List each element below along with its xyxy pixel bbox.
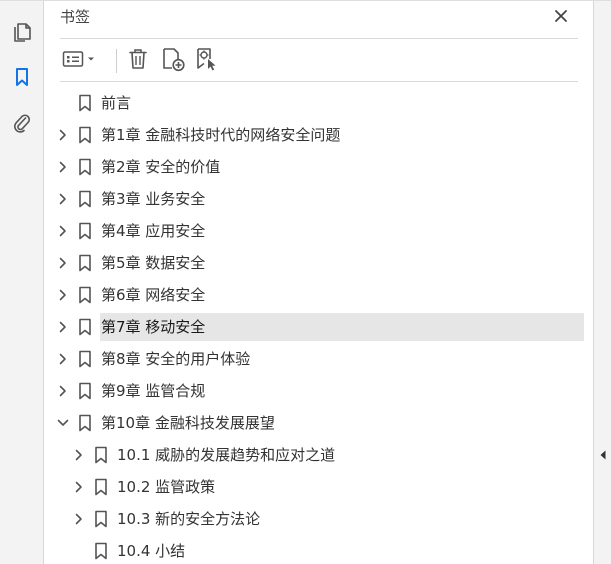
bookmark-row[interactable]: 10.1 威胁的发展趋势和应对之道	[45, 441, 593, 473]
new-bookmark-icon	[160, 46, 186, 76]
options-menu-icon	[62, 49, 98, 73]
caret-left-icon	[598, 447, 608, 461]
bookmark-label: 第8章 安全的用户体验	[101, 350, 251, 368]
chevron-right-icon[interactable]	[56, 352, 70, 366]
bookmark-row[interactable]: 第4章 应用安全	[45, 217, 593, 249]
bookmark-icon	[78, 222, 92, 240]
bookmark-label: 第10章 金融科技发展展望	[101, 414, 275, 432]
bookmark-row[interactable]: 第3章 业务安全	[45, 185, 593, 217]
chevron-right-icon[interactable]	[56, 384, 70, 398]
bookmark-label: 10.1 威胁的发展趋势和应对之道	[117, 446, 336, 464]
close-icon	[554, 8, 568, 27]
page-thumbnails-button[interactable]	[8, 17, 36, 45]
bookmark-icon	[11, 66, 33, 88]
bookmark-label: 第3章 业务安全	[101, 190, 206, 208]
toolbar-separator	[116, 49, 117, 73]
bookmark-row[interactable]: 第8章 安全的用户体验	[45, 345, 593, 377]
row-highlight	[100, 89, 584, 117]
panel-title: 书签	[60, 8, 91, 26]
close-panel-button[interactable]	[550, 6, 572, 28]
bookmark-row[interactable]: 第1章 金融科技时代的网络安全问题	[45, 121, 593, 153]
bookmark-icon	[78, 414, 92, 432]
bookmark-icon	[78, 254, 92, 272]
panel-collapse-strip[interactable]	[593, 1, 611, 564]
bookmark-label: 10.3 新的安全方法论	[117, 510, 261, 528]
chevron-right-icon[interactable]	[56, 224, 70, 238]
bookmark-label: 第1章 金融科技时代的网络安全问题	[101, 126, 341, 144]
attachments-button[interactable]	[8, 109, 36, 137]
delete-icon	[127, 47, 149, 75]
chevron-right-icon[interactable]	[56, 288, 70, 302]
chevron-right-icon[interactable]	[56, 128, 70, 142]
bookmark-icon	[78, 94, 92, 112]
bookmark-row[interactable]: 第7章 移动安全	[45, 313, 593, 345]
chevron-right-icon[interactable]	[56, 160, 70, 174]
new-bookmark-button[interactable]	[158, 47, 188, 75]
paperclip-icon	[11, 112, 33, 134]
bookmark-label: 第7章 移动安全	[101, 318, 206, 336]
bookmark-from-selection-button[interactable]	[192, 47, 222, 75]
chevron-right-icon[interactable]	[56, 320, 70, 334]
options-menu-button[interactable]	[60, 47, 100, 75]
bookmark-label: 10.4 小结	[117, 542, 186, 560]
bookmark-label: 第2章 安全的价值	[101, 158, 221, 176]
bookmark-row[interactable]: 10.4 小结	[45, 537, 593, 564]
bookmark-row[interactable]: 前言	[45, 89, 593, 121]
bookmark-icon	[94, 478, 108, 496]
bookmark-icon	[78, 350, 92, 368]
bookmark-row[interactable]: 第9章 监管合规	[45, 377, 593, 409]
bookmark-from-selection-icon	[194, 46, 220, 76]
bookmark-row[interactable]: 第6章 网络安全	[45, 281, 593, 313]
pages-icon	[11, 20, 33, 42]
divider	[60, 81, 578, 82]
bookmark-icon	[94, 510, 108, 528]
bookmark-row[interactable]: 第2章 安全的价值	[45, 153, 593, 185]
bookmark-icon	[94, 542, 108, 560]
bookmark-icon	[78, 158, 92, 176]
bookmark-icon	[78, 382, 92, 400]
bookmarks-toolbar	[60, 45, 578, 77]
chevron-right-icon[interactable]	[56, 256, 70, 270]
navigation-rail	[0, 1, 44, 564]
bookmarks-button[interactable]	[8, 63, 36, 91]
bookmark-icon	[78, 126, 92, 144]
bookmark-label: 第6章 网络安全	[101, 286, 206, 304]
bookmark-icon	[78, 318, 92, 336]
chevron-right-icon[interactable]	[72, 448, 86, 462]
bookmark-label: 10.2 监管政策	[117, 478, 216, 496]
bookmark-row[interactable]: 10.2 监管政策	[45, 473, 593, 505]
bookmarks-panel: 书签 前言 第1章 金融科技时代的网络安全问题 第2章 安全的价值 第3章 业务…	[45, 1, 593, 564]
bookmark-row[interactable]: 第5章 数据安全	[45, 249, 593, 281]
chevron-down-icon[interactable]	[56, 416, 70, 430]
bookmark-label: 第9章 监管合规	[101, 382, 206, 400]
chevron-right-icon[interactable]	[56, 192, 70, 206]
bookmark-tree: 前言第1章 金融科技时代的网络安全问题 第2章 安全的价值 第3章 业务安全 第4章 …	[45, 89, 593, 564]
divider	[60, 38, 578, 39]
bookmark-icon	[78, 286, 92, 304]
bookmark-icon	[78, 190, 92, 208]
bookmark-icon	[94, 446, 108, 464]
delete-bookmark-button[interactable]	[124, 47, 152, 75]
chevron-right-icon[interactable]	[72, 512, 86, 526]
bookmark-label: 第4章 应用安全	[101, 222, 206, 240]
bookmark-row[interactable]: 第10章 金融科技发展展望	[45, 409, 593, 441]
bookmarks-window: 书签 前言 第1章 金融科技时代的网络安全问题 第2章 安全的价值 第3章 业务…	[0, 0, 611, 564]
row-highlight	[116, 537, 584, 564]
bookmark-row[interactable]: 10.3 新的安全方法论	[45, 505, 593, 537]
chevron-right-icon[interactable]	[72, 480, 86, 494]
bookmark-label: 第5章 数据安全	[101, 254, 206, 272]
bookmark-label: 前言	[101, 94, 132, 112]
